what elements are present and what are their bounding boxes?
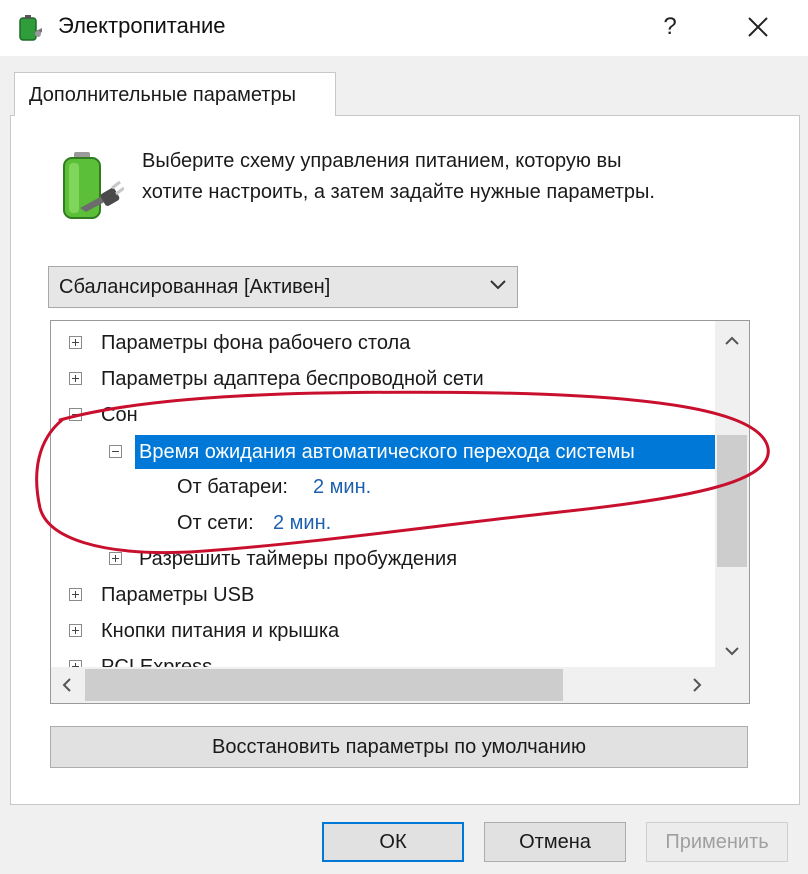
close-button[interactable] [734,6,782,48]
plugged-in-value[interactable]: 2 мин. [273,505,331,541]
tree-item-label: Кнопки питания и крышка [101,620,340,642]
horizontal-scroll-thumb[interactable] [85,669,563,701]
tree-item-label: Параметры фона рабочего стола [101,332,411,354]
expand-icon[interactable] [109,552,122,565]
tab-advanced-settings[interactable]: Дополнительные параметры [14,72,336,116]
restore-defaults-button[interactable]: Восстановить параметры по умолчанию [50,726,748,768]
tree-item-label: От батареи: [177,476,288,498]
scrollbar-corner [715,667,749,703]
tree-item-label: Параметры адаптера беспроводной сети [101,368,484,390]
expand-icon[interactable] [69,624,82,637]
expand-icon[interactable] [69,588,82,601]
intro-text: Выберите схему управления питанием, кото… [142,146,782,208]
tree-item-label: Время ожидания автоматического перехода … [139,441,635,463]
power-scheme-value: Сбалансированная [Активен] [59,276,331,298]
collapse-icon[interactable] [69,408,82,421]
intro-line-1: Выберите схему управления питанием, кото… [142,150,622,172]
vertical-scrollbar[interactable] [715,321,749,667]
cancel-button[interactable]: Отмена [484,822,626,862]
horizontal-scrollbar[interactable] [51,667,715,703]
tree-item-label: От сети: [177,512,254,534]
chevron-left-icon[interactable] [59,677,75,693]
title-bar: Электропитание ? [0,0,808,56]
vertical-scroll-thumb[interactable] [717,435,747,567]
on-battery-value[interactable]: 2 мин. [313,469,371,505]
help-button[interactable]: ? [650,6,690,48]
chevron-down-icon[interactable] [724,643,740,659]
chevron-right-icon[interactable] [689,677,705,693]
expand-icon[interactable] [69,336,82,349]
battery-plug-icon [63,152,124,219]
expand-icon[interactable] [69,372,82,385]
collapse-icon[interactable] [109,445,122,458]
intro-line-2: хотите настроить, а затем задайте нужные… [142,181,655,203]
settings-tree[interactable]: Параметры фона рабочего стола Параметры … [50,320,750,704]
power-options-icon [19,15,42,41]
chevron-down-icon [490,280,506,290]
window-title: Электропитание [58,13,226,38]
tree-item-label: Параметры USB [101,584,255,606]
chevron-up-icon[interactable] [724,333,740,349]
tree-item-label: Сон [101,404,138,426]
tree-item-label: Разрешить таймеры пробуждения [139,548,458,570]
ok-button[interactable]: ОК [322,822,464,862]
close-icon [748,17,768,37]
apply-button[interactable]: Применить [646,822,788,862]
power-scheme-dropdown[interactable]: Сбалансированная [Активен] [48,266,518,308]
